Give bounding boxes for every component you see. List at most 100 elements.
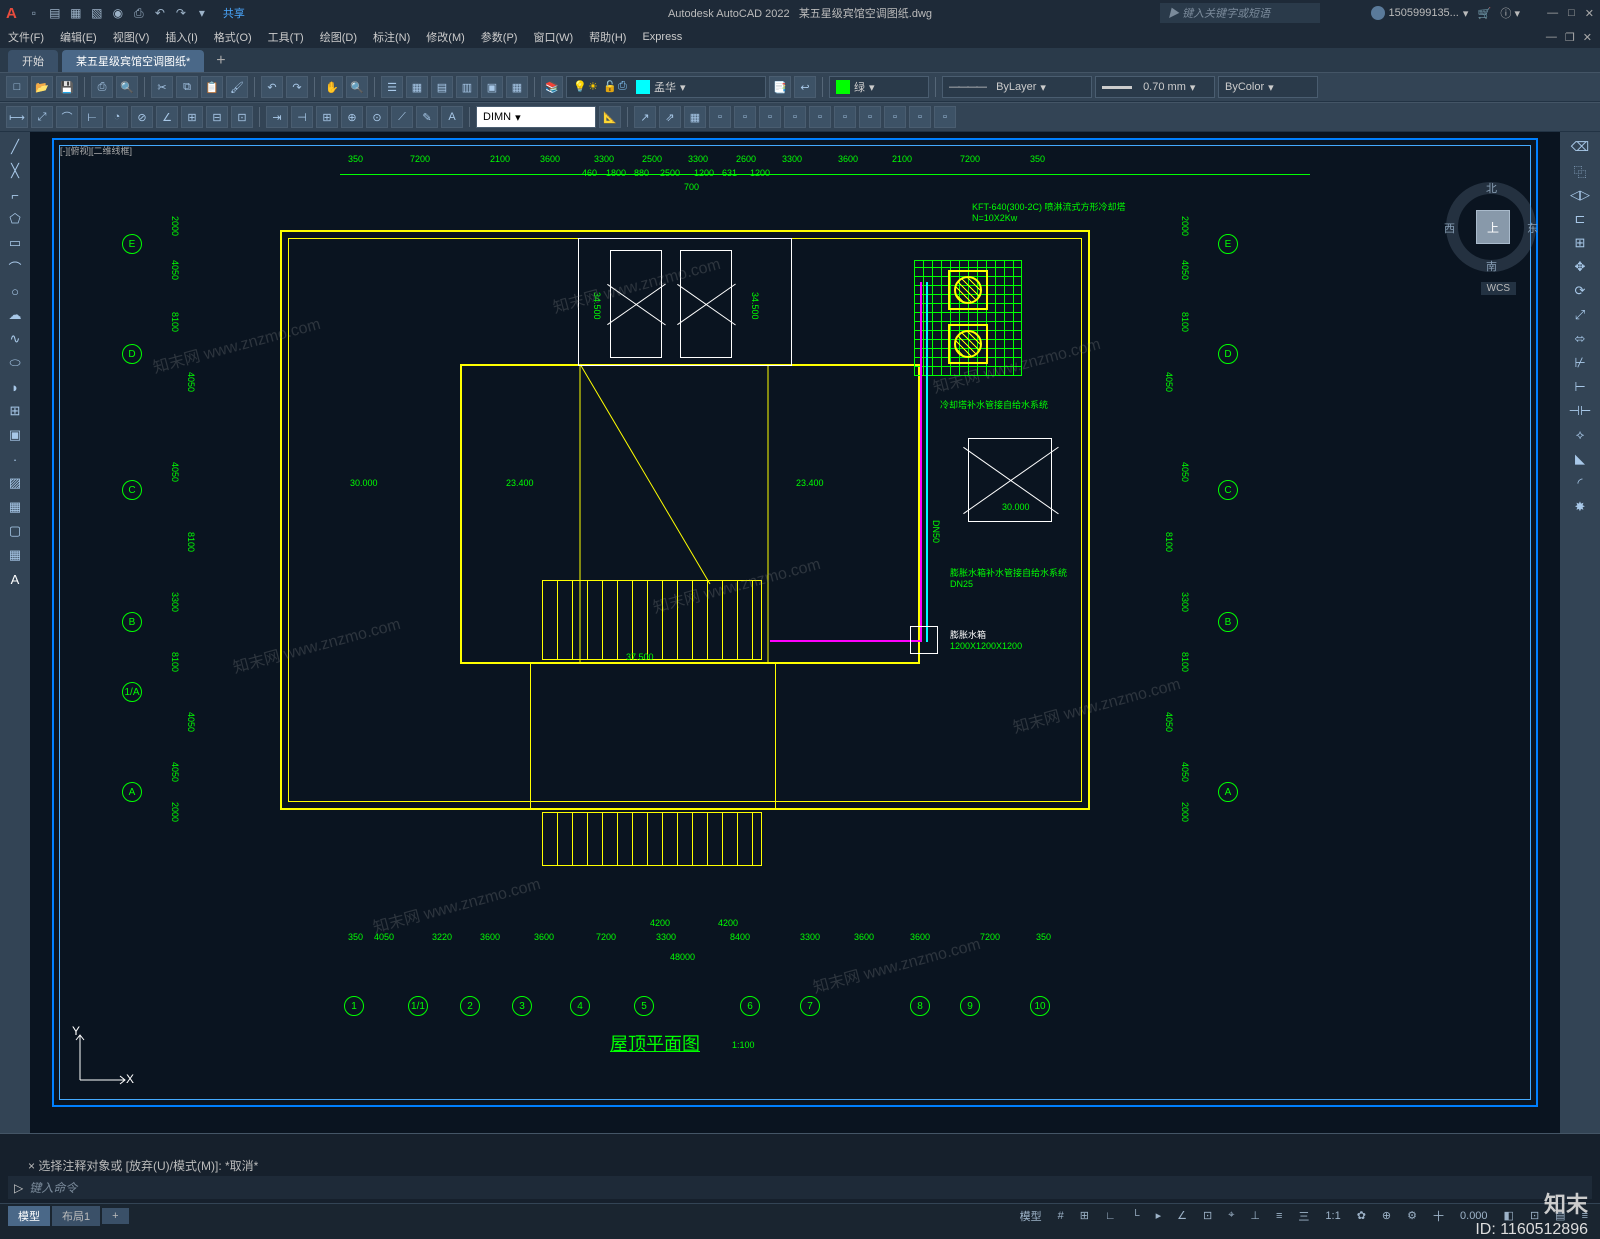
- tab-start[interactable]: 开始: [8, 50, 58, 72]
- mtext-icon[interactable]: A: [3, 568, 27, 590]
- tb-more-6[interactable]: ▫: [834, 106, 856, 128]
- join-icon[interactable]: ⟡: [1568, 424, 1592, 446]
- jogged-icon[interactable]: ⟋: [391, 106, 413, 128]
- dim-ordinate-icon[interactable]: ⊢: [81, 106, 103, 128]
- menu-edit[interactable]: 编辑(E): [60, 29, 97, 45]
- user-menu[interactable]: 1505999135... ▾ 🛒 ⓘ ▾: [1371, 5, 1521, 21]
- centermark-icon[interactable]: ⊕: [341, 106, 363, 128]
- layer-prop-icon[interactable]: 📚: [541, 76, 563, 98]
- chamfer-icon[interactable]: ◣: [1568, 448, 1592, 470]
- dim-angular-icon[interactable]: ∠: [156, 106, 178, 128]
- tb-more-10[interactable]: ▫: [934, 106, 956, 128]
- status-ortho[interactable]: ∟: [1101, 1210, 1120, 1222]
- circle-icon[interactable]: ○: [3, 280, 27, 302]
- stretch-icon[interactable]: ⬄: [1568, 328, 1592, 350]
- view-cube[interactable]: 北 东 南 西 上: [1446, 182, 1536, 272]
- status-coord[interactable]: 0.000: [1456, 1210, 1492, 1222]
- qat-plot-icon[interactable]: ⎙: [130, 4, 148, 22]
- tolerance-icon[interactable]: ⊞: [316, 106, 338, 128]
- trim-icon[interactable]: ⊬: [1568, 352, 1592, 374]
- lineweight-dropdown[interactable]: 0.70 mm ▾: [1095, 76, 1215, 98]
- tb-more-8[interactable]: ▫: [884, 106, 906, 128]
- tb-more-2[interactable]: ▫: [734, 106, 756, 128]
- dimstyle-dropdown[interactable]: DIMN ▾: [476, 106, 596, 128]
- preview-icon[interactable]: 🔍: [116, 76, 138, 98]
- qat-more-icon[interactable]: ▾: [193, 4, 211, 22]
- array-icon[interactable]: ⊞: [1568, 232, 1592, 254]
- region-icon[interactable]: ▢: [3, 520, 27, 542]
- qat-new-icon[interactable]: ▫: [25, 4, 43, 22]
- qat-saveas-icon[interactable]: ▧: [88, 4, 106, 22]
- mirror-icon[interactable]: ◁▷: [1568, 184, 1592, 206]
- minimize-button[interactable]: —: [1547, 7, 1558, 20]
- scale-icon[interactable]: ⤢: [1568, 304, 1592, 326]
- erase-icon[interactable]: ⌫: [1568, 136, 1592, 158]
- tab-active-document[interactable]: 某五星级宾馆空调图纸*: [62, 50, 204, 72]
- block-insert-icon[interactable]: ⊞: [3, 400, 27, 422]
- color-dropdown[interactable]: 绿 ▾: [829, 76, 929, 98]
- properties-icon[interactable]: ☰: [381, 76, 403, 98]
- status-grid[interactable]: #: [1054, 1210, 1068, 1222]
- rotate-icon[interactable]: ⟳: [1568, 280, 1592, 302]
- menu-insert[interactable]: 插入(I): [165, 29, 197, 45]
- status-workspace[interactable]: ⚙: [1403, 1209, 1421, 1222]
- tb-more-1[interactable]: ▫: [709, 106, 731, 128]
- tb-more-4[interactable]: ▫: [784, 106, 806, 128]
- print-icon[interactable]: ⎙: [91, 76, 113, 98]
- dim-diameter-icon[interactable]: ⊘: [131, 106, 153, 128]
- status-tab-layout1[interactable]: 布局1: [52, 1206, 100, 1226]
- dim-continue-icon[interactable]: ⊡: [231, 106, 253, 128]
- designcenter-icon[interactable]: ▦: [406, 76, 428, 98]
- wcs-label[interactable]: WCS: [1481, 282, 1516, 295]
- dim-linear-icon[interactable]: ⟼: [6, 106, 28, 128]
- status-units[interactable]: 十: [1429, 1208, 1448, 1224]
- doc-minimize-button[interactable]: —: [1546, 31, 1557, 44]
- copy-icon[interactable]: ⧉: [176, 76, 198, 98]
- status-lwt[interactable]: ⌖: [1224, 1209, 1238, 1222]
- polygon-icon[interactable]: ⬠: [3, 208, 27, 230]
- dim-edit-icon[interactable]: ✎: [416, 106, 438, 128]
- qat-undo-icon[interactable]: ↶: [151, 4, 169, 22]
- close-button[interactable]: ✕: [1585, 7, 1594, 20]
- dim-tedit-icon[interactable]: A: [441, 106, 463, 128]
- dim-arc-icon[interactable]: ⌒: [56, 106, 78, 128]
- status-cycling[interactable]: ≡: [1272, 1210, 1286, 1222]
- line-icon[interactable]: ╱: [3, 136, 27, 158]
- spline-icon[interactable]: ∿: [3, 328, 27, 350]
- new-icon[interactable]: □: [6, 76, 28, 98]
- status-transparency[interactable]: ⊥: [1246, 1209, 1264, 1222]
- undo-icon[interactable]: ↶: [261, 76, 283, 98]
- table-icon[interactable]: ▦: [684, 106, 706, 128]
- viewport-label[interactable]: [-][俯视][二维线框]: [60, 144, 132, 157]
- tb-more-5[interactable]: ▫: [809, 106, 831, 128]
- dim-radius-icon[interactable]: ◔: [106, 106, 128, 128]
- paste-icon[interactable]: 📋: [201, 76, 223, 98]
- point-icon[interactable]: ·: [3, 448, 27, 470]
- layer-dropdown[interactable]: 💡 ☀ 🔓 ⎙ 孟华 ▾: [566, 76, 766, 98]
- mleader-icon[interactable]: ⇗: [659, 106, 681, 128]
- ellipse-icon[interactable]: ⬭: [3, 352, 27, 374]
- tb-more-9[interactable]: ▫: [909, 106, 931, 128]
- sheetset-icon[interactable]: ▥: [456, 76, 478, 98]
- status-isodraft[interactable]: ▸: [1152, 1209, 1166, 1222]
- ellipse-arc-icon[interactable]: ◗: [3, 376, 27, 398]
- dim-space-icon[interactable]: ⇥: [266, 106, 288, 128]
- dim-baseline-icon[interactable]: ⊟: [206, 106, 228, 128]
- block-create-icon[interactable]: ▣: [3, 424, 27, 446]
- leader-icon[interactable]: ↗: [634, 106, 656, 128]
- qat-redo-icon[interactable]: ↷: [172, 4, 190, 22]
- layer-previous-icon[interactable]: ↩: [794, 76, 816, 98]
- menu-dimension[interactable]: 标注(N): [373, 29, 410, 45]
- inspect-icon[interactable]: ⊙: [366, 106, 388, 128]
- doc-restore-button[interactable]: ❐: [1565, 31, 1575, 44]
- status-annotation[interactable]: 三: [1294, 1208, 1313, 1224]
- status-tab-model[interactable]: 模型: [8, 1206, 50, 1226]
- status-anno-vis[interactable]: ⊕: [1378, 1209, 1395, 1222]
- markup-icon[interactable]: ▣: [481, 76, 503, 98]
- break-icon[interactable]: ⊣⊢: [1568, 400, 1592, 422]
- qat-open-icon[interactable]: ▤: [46, 4, 64, 22]
- explode-icon[interactable]: ✸: [1568, 496, 1592, 518]
- menu-tools[interactable]: 工具(T): [268, 29, 304, 45]
- doc-close-button[interactable]: ✕: [1583, 31, 1592, 44]
- maximize-button[interactable]: □: [1568, 7, 1575, 20]
